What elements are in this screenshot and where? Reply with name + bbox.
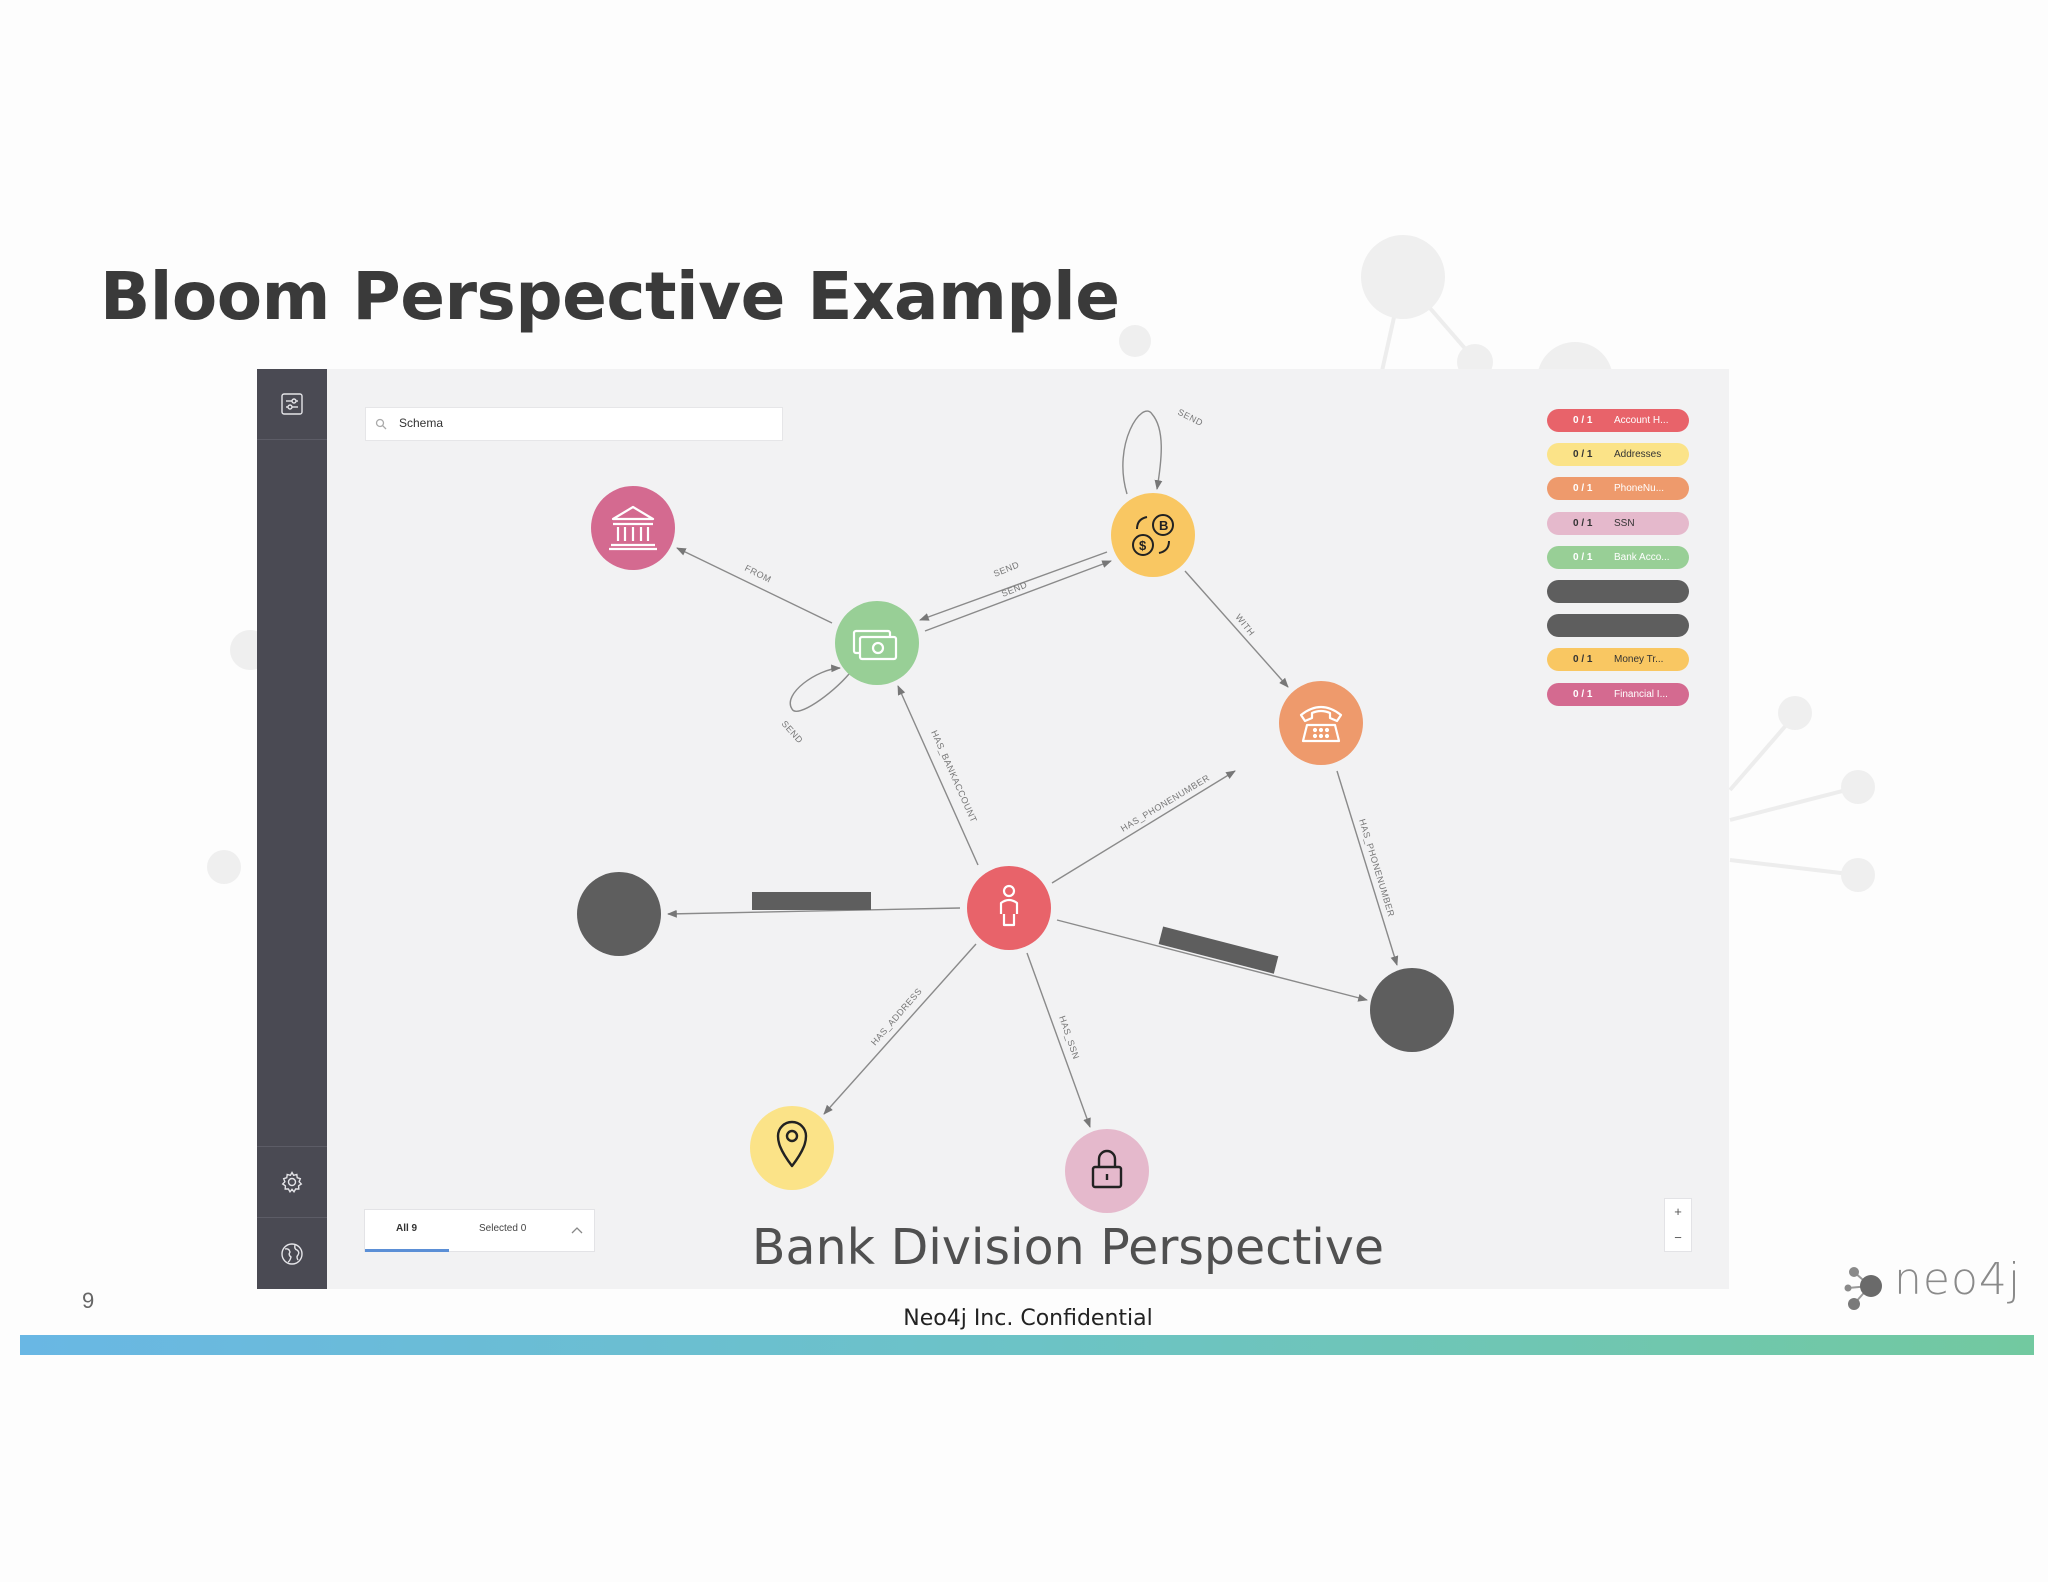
edge-label-send-loop: SEND	[780, 719, 806, 746]
edge-label-send-b: SEND	[1000, 579, 1029, 598]
edge-with[interactable]	[1184, 570, 1289, 688]
node-phone[interactable]	[1279, 681, 1363, 765]
edge-label-has-ssn: HAS_SSN	[1057, 1014, 1081, 1060]
graph-canvas[interactable]: SEND FROM SEND SEND SEND WITH HAS_BANKAC…	[257, 369, 1729, 1289]
edge-send-loop-money[interactable]	[789, 664, 850, 712]
node-hidden-right[interactable]	[1370, 968, 1454, 1052]
edge-label-send-a: SEND	[992, 559, 1021, 578]
legend-count: 0 / 1	[1573, 654, 1593, 666]
legend-label: Bank Acco...	[1614, 551, 1670, 563]
edge-hidden-right[interactable]	[1056, 919, 1368, 1002]
bloom-app-window: SEND FROM SEND SEND SEND WITH HAS_BANKAC…	[257, 369, 1729, 1289]
edge-has-ssn[interactable]	[1026, 952, 1091, 1128]
settings-icon	[281, 1171, 303, 1193]
left-sidebar	[257, 369, 327, 1289]
legend-label: Account H...	[1614, 415, 1669, 426]
confidential-footer: Neo4j Inc. Confidential	[903, 1306, 1153, 1331]
legend-label: Financial I...	[1614, 688, 1668, 700]
edge-send-b[interactable]	[924, 560, 1112, 632]
neo4j-logo: neo4j	[1840, 1254, 2020, 1316]
legend-label: PhoneNu...	[1614, 483, 1665, 495]
search-bar[interactable]: Schema	[365, 407, 783, 441]
legend-label: SSN	[1614, 517, 1635, 529]
hidden-edge-label-left	[752, 892, 871, 910]
node-person[interactable]	[967, 866, 1051, 950]
svg-text:B: B	[1159, 518, 1168, 533]
slide-title: Bloom Perspective Example	[100, 258, 1120, 335]
node-money[interactable]	[835, 601, 919, 685]
legend-item[interactable]: 0 / 1 Addresses	[1547, 443, 1689, 467]
node-bank[interactable]	[591, 486, 675, 570]
edge-label-has-address: HAS_ADDRESS	[869, 986, 924, 1047]
hidden-edge-label-right	[1158, 926, 1279, 974]
legend-item-hidden[interactable]	[1547, 614, 1689, 638]
node-ssn[interactable]	[1065, 1129, 1149, 1213]
node-exchange[interactable]: B $	[1111, 493, 1195, 577]
zoom-controls: + −	[1664, 1198, 1692, 1252]
edge-send-loop-exchange[interactable]	[1122, 410, 1163, 495]
legend-item[interactable]: 0 / 1 SSN	[1547, 511, 1689, 535]
legend-count: 0 / 1	[1573, 449, 1593, 461]
search-input[interactable]: Schema	[399, 416, 443, 430]
legend-label: Addresses	[1614, 449, 1662, 461]
filter-panel-icon	[281, 393, 303, 415]
settings-button[interactable]	[257, 1147, 327, 1217]
edge-label-has-phonenumber-b: HAS_PHONENUMBER	[1357, 818, 1396, 918]
edge-label-send-top: SEND	[1176, 407, 1205, 428]
search-icon	[375, 418, 387, 430]
legend-item[interactable]: 0 / 1 Financial I...	[1547, 682, 1689, 706]
filter-panel-button[interactable]	[257, 369, 327, 439]
legend-count: 0 / 1	[1573, 415, 1593, 426]
edge-has-phonenumber-a[interactable]	[1051, 770, 1236, 884]
perspective-caption: Bank Division Perspective	[751, 1219, 1385, 1276]
edge-label-has-phonenumber-a: HAS_PHONENUMBER	[1119, 773, 1212, 834]
zoom-in-button[interactable]: +	[1665, 1199, 1691, 1225]
category-legend: 0 / 1 Account H... 0 / 1 Addresses 0 / 1 Ph…	[1547, 409, 1689, 717]
legend-count: 0 / 1	[1573, 688, 1593, 700]
edge-has-bankaccount[interactable]	[897, 685, 979, 866]
legend-item[interactable]: 0 / 1 Bank Acco...	[1547, 545, 1689, 569]
node-hidden-left[interactable]	[577, 872, 661, 956]
legend-label: Money Tr...	[1614, 654, 1664, 666]
legend-item[interactable]: 0 / 1 Money Tr...	[1547, 648, 1689, 672]
legend-count: 0 / 1	[1573, 483, 1593, 495]
zoom-out-button[interactable]: −	[1665, 1225, 1691, 1251]
footer-gradient-bar	[20, 1335, 2034, 1355]
node-address[interactable]	[750, 1106, 834, 1190]
neo4j-logo-icon	[1844, 1267, 1882, 1310]
legend-item[interactable]: 0 / 1 PhoneNu...	[1547, 477, 1689, 501]
sidebar-divider	[257, 1217, 327, 1218]
sidebar-divider	[257, 439, 327, 440]
edge-has-phonenumber-b[interactable]	[1336, 770, 1399, 966]
legend-count: 0 / 1	[1573, 551, 1593, 563]
legend-item-hidden[interactable]	[1547, 579, 1689, 603]
edge-from[interactable]	[676, 547, 833, 624]
neo4j-logo-text: neo4j	[1894, 1254, 2022, 1305]
edge-has-address[interactable]	[823, 943, 977, 1115]
legend-count: 0 / 1	[1573, 517, 1593, 529]
legend-item[interactable]: 0 / 1 Account H...	[1547, 409, 1689, 432]
edge-label-with: WITH	[1233, 612, 1256, 638]
svg-text:$: $	[1139, 538, 1147, 553]
